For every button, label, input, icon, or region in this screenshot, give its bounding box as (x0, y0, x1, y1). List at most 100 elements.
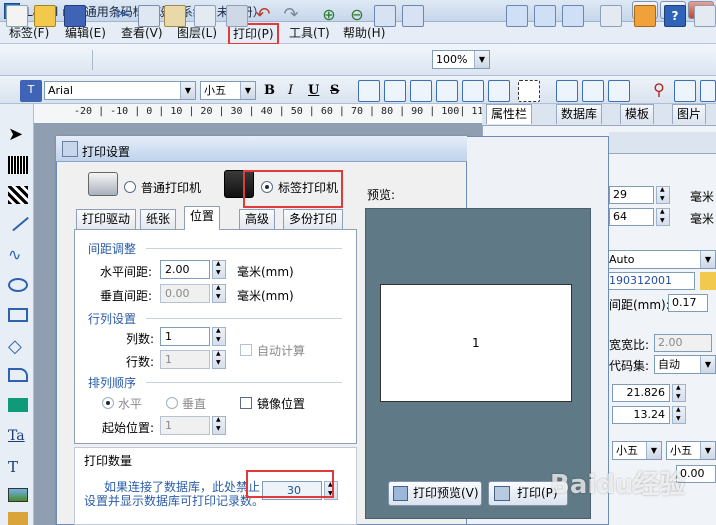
tab-position[interactable]: 位置 (184, 206, 221, 230)
chevron-down-icon: ▼ (700, 442, 715, 459)
normal-printer-radio[interactable] (124, 181, 136, 193)
lock-icon[interactable] (674, 80, 696, 102)
align-right-icon[interactable] (384, 80, 406, 102)
spin-button[interactable] (656, 208, 670, 226)
normal-printer-label[interactable]: 普通打印机 (141, 179, 201, 196)
redo-icon[interactable]: ↷ (280, 5, 302, 27)
strikethrough-button[interactable]: S (330, 83, 339, 98)
barcode-data-field[interactable]: 190312001 (605, 272, 695, 290)
size-select[interactable]: 小五 ▼ (612, 441, 662, 460)
distribute-icon[interactable] (700, 80, 716, 102)
format-icon[interactable] (194, 5, 216, 27)
label-printer-label[interactable]: 标签打印机 (278, 179, 338, 196)
tab-images[interactable]: 图片 (672, 104, 707, 124)
cols-stepper[interactable] (212, 327, 226, 346)
pointer-tool-icon[interactable]: ➤ (8, 126, 28, 144)
center-v-icon[interactable] (488, 80, 510, 102)
save-icon[interactable] (64, 5, 86, 27)
diamond-tool-icon[interactable]: ◇ (8, 338, 28, 356)
same-height-icon[interactable] (582, 80, 604, 102)
print-preview-icon[interactable] (534, 5, 556, 27)
actual-size-icon[interactable] (402, 5, 424, 27)
fit-icon[interactable] (374, 5, 396, 27)
horizontal-radio[interactable] (102, 397, 114, 409)
new-icon[interactable] (6, 5, 28, 27)
grid-icon[interactable] (600, 5, 622, 27)
group-icon[interactable] (518, 80, 540, 102)
settings-icon[interactable] (634, 5, 656, 27)
text-tool-icon[interactable]: T (20, 80, 42, 102)
tab-print-driver[interactable]: 打印驱动 (76, 209, 137, 230)
tab-multi-copy[interactable]: 多份打印 (283, 209, 344, 230)
help-icon[interactable]: ? (664, 5, 686, 27)
anchor-icon[interactable]: ⚲ (648, 80, 670, 102)
more-icon[interactable] (694, 5, 716, 27)
start-position-input[interactable]: 1 (160, 416, 210, 435)
rows-stepper[interactable] (212, 350, 226, 369)
open-icon[interactable] (34, 5, 56, 27)
h-spacing-input[interactable]: 2.00 (160, 260, 210, 279)
align-left-icon[interactable] (358, 80, 380, 102)
tab-properties[interactable]: 属性栏 (486, 104, 533, 124)
hand-icon[interactable] (700, 272, 716, 290)
tab-paper[interactable]: 纸张 (140, 209, 177, 230)
y-field[interactable]: 13.24 (612, 406, 670, 424)
vertical-radio[interactable] (166, 397, 178, 409)
x-field[interactable]: 21.826 (612, 384, 670, 402)
align-icon[interactable] (226, 5, 248, 27)
align-top-icon[interactable] (410, 80, 432, 102)
image-tool-icon[interactable] (8, 488, 28, 502)
center-h-icon[interactable] (462, 80, 484, 102)
rectangle-tool-icon[interactable] (8, 308, 28, 322)
spacing-field[interactable]: 0.17 (668, 294, 708, 312)
spin-button[interactable] (672, 406, 686, 424)
label-printer-radio[interactable] (261, 181, 273, 193)
mirror-checkbox[interactable] (240, 397, 252, 409)
print-preview-button[interactable]: 打印预览(V) (388, 481, 482, 506)
tab-database[interactable]: 数据库 (556, 104, 603, 124)
h-spacing-stepper[interactable] (212, 260, 226, 279)
tab-advanced[interactable]: 高级 (239, 209, 276, 230)
font-size-select[interactable]: 小五 ▼ (200, 81, 256, 100)
bold-button[interactable]: B (264, 83, 275, 98)
print-icon[interactable] (562, 5, 584, 27)
cut-icon[interactable]: ✂ (112, 5, 134, 27)
paste-icon[interactable] (164, 5, 186, 27)
polygon-tool-icon[interactable] (8, 368, 28, 382)
start-position-stepper[interactable] (212, 416, 226, 435)
v-spacing-stepper[interactable] (212, 284, 226, 303)
rows-input[interactable]: 1 (160, 350, 210, 369)
same-width-icon[interactable] (556, 80, 578, 102)
print-setup-icon[interactable] (506, 5, 528, 27)
italic-button[interactable]: I (288, 83, 293, 98)
table-tool-icon[interactable] (8, 512, 28, 525)
same-size-icon[interactable] (608, 80, 630, 102)
auto-select[interactable]: Auto ▼ (605, 250, 716, 269)
qrcode-tool-icon[interactable] (8, 186, 28, 204)
text-box-tool-icon[interactable]: Ta (8, 428, 28, 446)
font-select[interactable]: Arial ▼ (44, 81, 196, 100)
charset-select[interactable]: 自动 ▼ (654, 355, 716, 374)
undo-icon[interactable]: ↶ (252, 5, 274, 27)
zoom-out-icon[interactable]: ⊖ (346, 5, 368, 27)
auto-calc-checkbox[interactable] (240, 344, 252, 356)
zoom-select[interactable]: 100% ▼ (432, 50, 490, 69)
copy-icon[interactable] (138, 5, 160, 27)
size-select-2[interactable]: 小五 ▼ (666, 441, 716, 460)
spin-button[interactable] (656, 186, 670, 204)
ellipse-tool-icon[interactable] (8, 278, 28, 292)
v-spacing-input[interactable]: 0.00 (160, 284, 210, 303)
cols-input[interactable]: 1 (160, 327, 210, 346)
barcode-tool-icon[interactable] (8, 156, 28, 174)
zoom-in-icon[interactable]: ⊕ (318, 5, 340, 27)
text-tool-icon[interactable]: T (8, 458, 28, 476)
prop-value-2[interactable]: 64 (609, 208, 654, 226)
curve-tool-icon[interactable]: ∿ (8, 246, 28, 264)
prop-value-1[interactable]: 29 (609, 186, 654, 204)
ratio-field[interactable]: 2.00 (654, 334, 712, 352)
spin-button[interactable] (672, 384, 686, 402)
underline-button[interactable]: U (308, 83, 319, 98)
tab-template[interactable]: 模板 (620, 104, 655, 124)
fill-tool-icon[interactable] (8, 398, 28, 412)
align-bottom-icon[interactable] (436, 80, 458, 102)
